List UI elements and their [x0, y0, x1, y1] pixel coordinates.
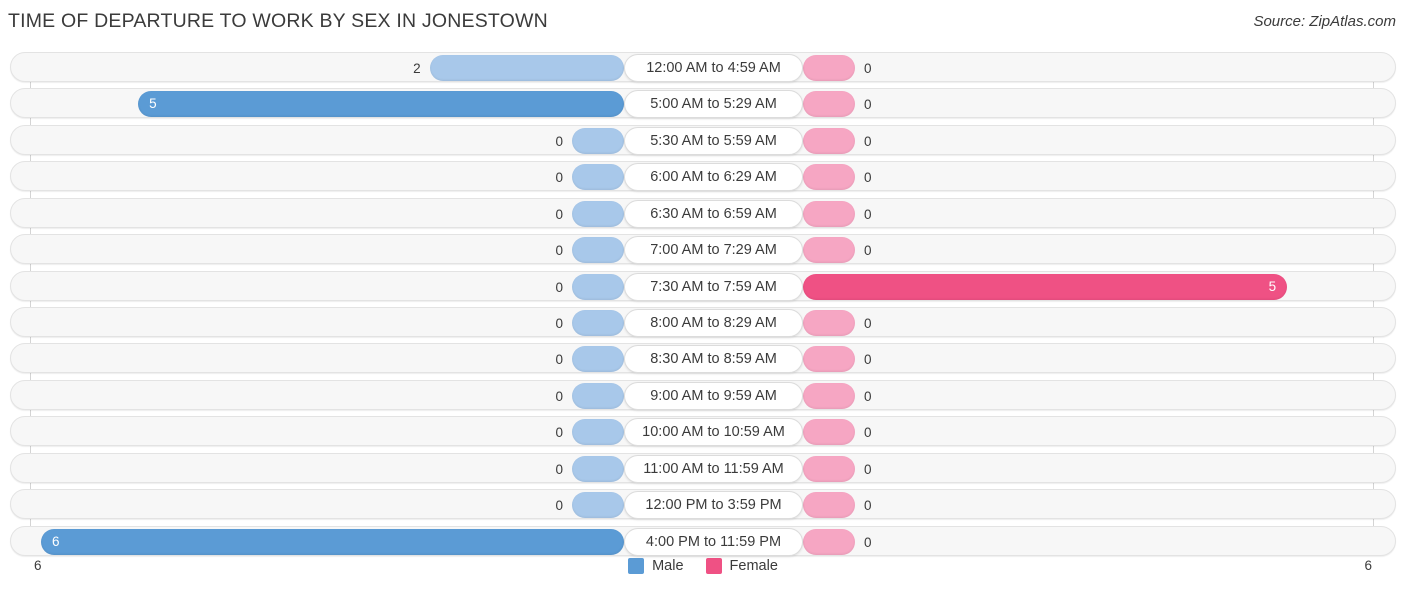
row-category-label: 11:00 AM to 11:59 AM [624, 455, 803, 483]
chart-root: TIME OF DEPARTURE TO WORK BY SEX IN JONE… [0, 0, 1406, 595]
bar-value-male: 0 [555, 206, 563, 222]
bar-value-male: 2 [413, 60, 421, 76]
bar-value-male: 0 [555, 424, 563, 440]
bar-male[interactable] [572, 492, 624, 518]
bar-female[interactable] [803, 492, 855, 518]
bar-female[interactable] [803, 237, 855, 263]
bar-male[interactable] [572, 128, 624, 154]
bar-value-female: 0 [864, 534, 872, 550]
bar-value-male: 0 [555, 133, 563, 149]
row-category-label: 4:00 PM to 11:59 PM [624, 528, 803, 556]
bar-value-male: 6 [52, 534, 60, 550]
bar-value-female: 0 [864, 497, 872, 513]
row-category-label: 9:00 AM to 9:59 AM [624, 382, 803, 410]
bar-female[interactable] [803, 91, 855, 117]
table-row[interactable]: 0 5 7:30 AM to 7:59 AM [10, 271, 1396, 301]
bar-value-female: 0 [864, 315, 872, 331]
row-category-label: 5:30 AM to 5:59 AM [624, 127, 803, 155]
table-row[interactable]: 0 0 6:30 AM to 6:59 AM [10, 198, 1396, 228]
bar-value-male: 0 [555, 351, 563, 367]
bar-value-male: 0 [555, 169, 563, 185]
bar-value-female: 0 [864, 351, 872, 367]
bar-value-male: 0 [555, 315, 563, 331]
table-row[interactable]: 0 0 5:30 AM to 5:59 AM [10, 125, 1396, 155]
bar-value-female: 0 [864, 169, 872, 185]
bar-value-female: 0 [864, 388, 872, 404]
bar-value-male: 5 [149, 96, 157, 112]
bar-value-male: 0 [555, 461, 563, 477]
bar-female[interactable]: 5 [803, 274, 1288, 300]
row-category-label: 12:00 AM to 4:59 AM [624, 54, 803, 82]
row-category-label: 7:00 AM to 7:29 AM [624, 236, 803, 264]
legend-item-male[interactable]: Male [628, 558, 684, 574]
bar-value-female: 0 [864, 461, 872, 477]
table-row[interactable]: 0 0 8:30 AM to 8:59 AM [10, 343, 1396, 373]
bar-male[interactable] [572, 274, 624, 300]
bar-female[interactable] [803, 419, 855, 445]
table-row[interactable]: 0 0 12:00 PM to 3:59 PM [10, 489, 1396, 519]
table-row[interactable]: 0 0 8:00 AM to 8:29 AM [10, 307, 1396, 337]
bar-male[interactable] [572, 201, 624, 227]
table-row[interactable]: 0 0 7:00 AM to 7:29 AM [10, 234, 1396, 264]
bar-male[interactable] [572, 310, 624, 336]
table-row[interactable]: 2 0 12:00 AM to 4:59 AM [10, 52, 1396, 82]
table-row[interactable]: 6 0 4:00 PM to 11:59 PM [10, 526, 1396, 556]
row-category-label: 7:30 AM to 7:59 AM [624, 273, 803, 301]
row-category-label: 6:30 AM to 6:59 AM [624, 200, 803, 228]
table-row[interactable]: 0 0 6:00 AM to 6:29 AM [10, 161, 1396, 191]
bar-female[interactable] [803, 201, 855, 227]
legend-swatch-male-icon [628, 558, 645, 574]
row-category-label: 5:00 AM to 5:29 AM [624, 90, 803, 118]
bar-value-male: 0 [555, 497, 563, 513]
table-row[interactable]: 0 0 11:00 AM to 11:59 AM [10, 453, 1396, 483]
bar-female[interactable] [803, 346, 855, 372]
legend-item-female[interactable]: Female [705, 558, 778, 574]
table-row[interactable]: 0 0 9:00 AM to 9:59 AM [10, 380, 1396, 410]
bar-male[interactable] [572, 419, 624, 445]
bar-value-female: 0 [864, 424, 872, 440]
bar-male[interactable] [572, 164, 624, 190]
bar-female[interactable] [803, 128, 855, 154]
row-category-label: 8:00 AM to 8:29 AM [624, 309, 803, 337]
bar-value-female: 0 [864, 133, 872, 149]
bar-value-male: 0 [555, 242, 563, 258]
bar-male[interactable] [572, 383, 624, 409]
bar-female[interactable] [803, 55, 855, 81]
page-title: TIME OF DEPARTURE TO WORK BY SEX IN JONE… [8, 10, 548, 32]
row-category-label: 8:30 AM to 8:59 AM [624, 345, 803, 373]
bar-male[interactable] [572, 456, 624, 482]
bar-female[interactable] [803, 164, 855, 190]
bar-value-female: 0 [864, 206, 872, 222]
bar-value-male: 0 [555, 388, 563, 404]
bar-male[interactable]: 6 [41, 529, 624, 555]
bar-male[interactable] [572, 346, 624, 372]
legend-label-female: Female [729, 558, 778, 574]
bar-male[interactable] [429, 55, 624, 81]
bar-female[interactable] [803, 383, 855, 409]
legend-swatch-female-icon [705, 558, 722, 574]
row-category-label: 6:00 AM to 6:29 AM [624, 163, 803, 191]
bar-male[interactable]: 5 [138, 91, 624, 117]
bar-female[interactable] [803, 310, 855, 336]
chart-legend: Male Female [0, 558, 1406, 574]
table-row[interactable]: 5 0 5:00 AM to 5:29 AM [10, 88, 1396, 118]
source-attribution: Source: ZipAtlas.com [1253, 13, 1396, 30]
bar-value-female: 5 [1268, 279, 1277, 295]
bar-female[interactable] [803, 529, 855, 555]
bar-value-male: 0 [555, 279, 563, 295]
table-row[interactable]: 0 0 10:00 AM to 10:59 AM [10, 416, 1396, 446]
chart-rows-area: 2 0 12:00 AM to 4:59 AM 5 0 5:00 AM to 5:29 A… [0, 52, 1406, 556]
bar-female[interactable] [803, 456, 855, 482]
bar-value-female: 0 [864, 96, 872, 112]
bar-value-female: 0 [864, 60, 872, 76]
bar-value-female: 0 [864, 242, 872, 258]
bar-male[interactable] [572, 237, 624, 263]
chart-footer: 6 6 Male Female [0, 558, 1406, 588]
row-category-label: 12:00 PM to 3:59 PM [624, 491, 803, 519]
row-category-label: 10:00 AM to 10:59 AM [624, 418, 803, 446]
legend-label-male: Male [652, 558, 684, 574]
